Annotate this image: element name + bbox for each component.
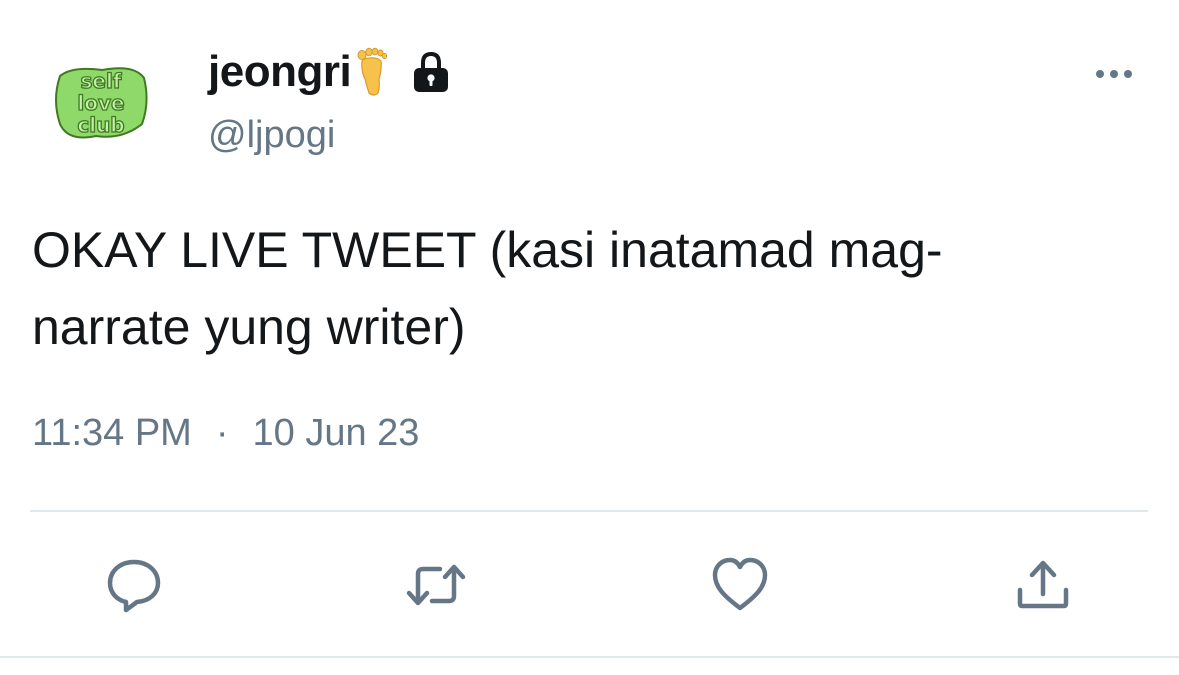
share-button[interactable] [1013,556,1073,614]
share-icon [1017,560,1069,609]
tweet-text: OKAY LIVE TWEET (kasi inatamad mag- narr… [32,212,1142,366]
avatar-text-3: club [77,113,124,137]
tweet-timestamp[interactable]: 11:34 PM · 10 Jun 23 [32,412,419,455]
separator-dot: · [215,412,229,454]
more-options-icon[interactable] [1090,62,1138,86]
user-handle[interactable]: @ljpogi [208,114,335,157]
avatar-text-1: self [80,69,121,93]
foot-emoji-icon [355,47,389,97]
tweet-text-line-1: OKAY LIVE TWEET (kasi inatamad mag- [32,222,943,278]
author-name-row[interactable]: jeongri [208,44,451,100]
reply-button[interactable] [104,556,164,614]
tweet-time: 11:34 PM [32,412,192,454]
tweet-card: self love club jeongri @ljpogi OKAY LIVE… [0,0,1179,675]
bottom-divider [0,656,1179,658]
divider [30,510,1148,512]
retweet-icon [406,564,466,606]
lock-icon [411,49,451,95]
tweet-text-line-2: narrate yung writer) [32,299,466,355]
reply-icon [107,559,161,613]
display-name[interactable]: jeongri [208,47,352,97]
tweet-date: 10 Jun 23 [252,412,420,454]
avatar[interactable]: self love club [52,62,150,142]
avatar-text-2: love [77,91,124,115]
heart-icon [712,557,768,611]
retweet-button[interactable] [406,556,466,614]
like-button[interactable] [710,556,770,614]
